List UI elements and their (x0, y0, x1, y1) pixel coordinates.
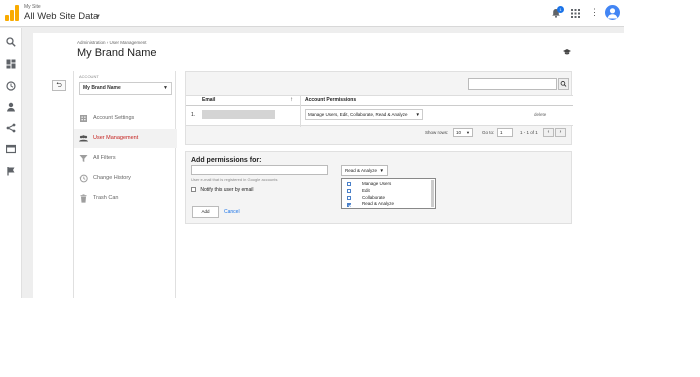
nav-item-change-history[interactable]: Change History (74, 169, 177, 188)
more-vert-icon[interactable]: ⋮ (590, 8, 599, 17)
person-icon[interactable] (6, 102, 16, 112)
column-header-permissions[interactable]: Account Permissions (305, 96, 356, 105)
breadcrumb[interactable]: Administration › User Management (77, 40, 147, 45)
nav-item-label: Change History (93, 175, 131, 181)
chevron-down-icon: ▼ (415, 112, 420, 117)
page-title: My Brand Name (77, 47, 157, 59)
behavior-icon[interactable] (6, 144, 16, 154)
notify-checkbox[interactable] (191, 187, 196, 193)
role-option-edit[interactable]: Edit (342, 188, 435, 195)
column-divider (300, 96, 301, 127)
add-permissions-panel: Add permissions for: User e-mail that is… (185, 151, 572, 224)
analytics-logo-icon[interactable] (5, 5, 19, 21)
site-name: My Site (24, 4, 41, 10)
left-rail (0, 28, 22, 298)
role-checkbox-checked[interactable] (347, 202, 351, 207)
pagination-range: 1 - 1 of 1 (520, 130, 538, 135)
role-checkbox[interactable] (347, 195, 351, 200)
role-option-manage-users[interactable]: Manage Users (342, 181, 435, 188)
notify-label: Notify this user by email (200, 187, 254, 193)
show-rows-select[interactable]: 10 ▼ (453, 128, 473, 137)
permissions-value: Manage Users, Edit, Collaborate, Read & … (308, 112, 408, 117)
scrollbar[interactable] (431, 180, 434, 207)
email-field[interactable] (191, 165, 328, 175)
building-icon (80, 115, 87, 122)
add-permissions-title: Add permissions for: (191, 157, 262, 164)
users-icon (79, 135, 88, 142)
previous-page-button[interactable]: ‹ (543, 128, 554, 137)
row-index: 1. (191, 112, 196, 118)
dashboard-icon[interactable] (6, 59, 16, 69)
role-checkbox[interactable] (347, 189, 351, 194)
role-option-label: Manage Users (362, 181, 392, 186)
chevron-down-icon: ▼ (163, 85, 168, 91)
account-selected: My Brand Name (83, 85, 121, 91)
goto-input[interactable]: 1 (497, 128, 513, 137)
role-option-label: Edit (362, 187, 370, 193)
add-button[interactable]: Add (192, 206, 219, 218)
role-selected: Read & Analyze (345, 168, 378, 173)
show-rows-value: 10 (456, 130, 462, 135)
apps-grid-icon[interactable] (571, 9, 580, 18)
notify-user-option[interactable]: Notify this user by email (191, 187, 253, 193)
search-icon[interactable] (558, 78, 569, 90)
nav-item-user-management[interactable]: User Management (74, 129, 177, 148)
permissions-select[interactable]: Manage Users, Edit, Collaborate, Read & … (305, 109, 423, 120)
chevron-down-icon: ▼ (466, 130, 470, 135)
nav-item-label: User Management (93, 135, 139, 141)
users-table: Email ↑ Account Permissions 1. Manage Us… (186, 95, 573, 127)
role-option-label: Read & Analyze (362, 201, 395, 207)
nav-item-label: Account Settings (93, 115, 135, 121)
show-rows-label: Show rows: (425, 130, 449, 135)
property-selector[interactable]: All Web Site Data (24, 11, 98, 22)
history-icon (79, 174, 88, 183)
account-avatar-icon[interactable] (605, 5, 620, 20)
nav-item-trash-can[interactable]: Trash Can (74, 189, 177, 208)
sort-arrow-icon[interactable]: ↑ (290, 97, 293, 103)
flag-icon[interactable] (6, 166, 16, 176)
trash-icon (80, 194, 87, 203)
analytics-app: My Site All Web Site Data ▼ 1 ⋮ Administ… (0, 0, 624, 298)
email-hint: User e-mail that is registered in Google… (191, 177, 278, 182)
search-icon[interactable] (6, 37, 16, 47)
redacted-email (202, 110, 275, 119)
column-header-email[interactable]: Email (202, 96, 215, 105)
goto-label: Go to: (482, 130, 495, 135)
chevron-down-icon[interactable]: ▼ (95, 14, 101, 20)
graduation-cap-icon[interactable] (563, 49, 571, 55)
clock-icon[interactable] (6, 81, 16, 91)
role-select[interactable]: Read & Analyze ▼ (341, 165, 388, 176)
nav-item-account-settings[interactable]: Account Settings (74, 109, 177, 128)
chevron-down-icon: ▼ (379, 168, 384, 173)
admin-nav: ACCOUNT My Brand Name ▼ Account Settings… (73, 71, 177, 298)
nav-item-label: All Filters (93, 155, 116, 161)
role-option-collaborate[interactable]: Collaborate (342, 195, 435, 202)
cancel-link[interactable]: Cancel (224, 209, 240, 215)
acquisition-icon[interactable] (6, 123, 16, 133)
header-divider (186, 105, 573, 106)
nav-item-label: Trash Can (93, 195, 119, 201)
users-table-panel: Email ↑ Account Permissions 1. Manage Us… (185, 71, 573, 145)
role-option-label: Collaborate (362, 194, 386, 200)
delete-link[interactable]: delete (534, 112, 546, 117)
role-checkbox[interactable] (347, 182, 351, 187)
nav-item-all-filters[interactable]: All Filters (74, 149, 177, 168)
role-options-list: Manage Users Edit Collaborate Read & Ana… (341, 178, 436, 209)
search-input[interactable] (468, 78, 557, 90)
top-bar: My Site All Web Site Data ▼ 1 ⋮ (0, 0, 624, 27)
admin-panel: Administration › User Management My Bran… (33, 33, 624, 298)
notification-badge: 1 (557, 6, 564, 13)
account-selector[interactable]: My Brand Name ▼ (79, 82, 172, 95)
account-label: ACCOUNT (79, 74, 99, 79)
role-option-read-analyze[interactable]: Read & Analyze (342, 201, 435, 208)
next-page-button[interactable]: › (555, 128, 566, 137)
filter-icon (79, 155, 88, 162)
back-button[interactable]: ⮌ (52, 80, 66, 91)
